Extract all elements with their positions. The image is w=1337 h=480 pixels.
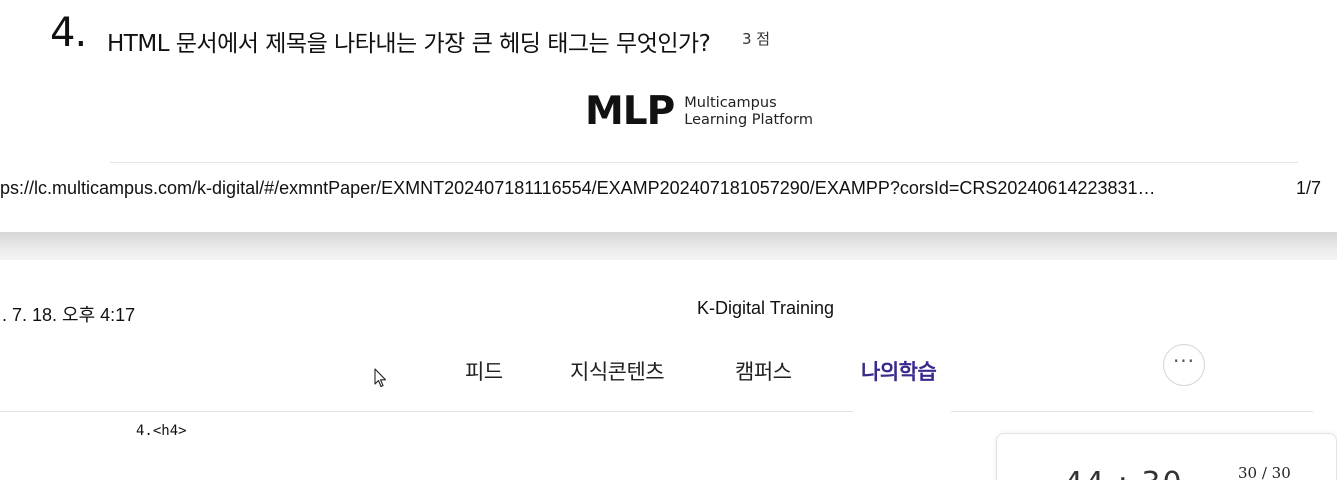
nav-item-feed[interactable]: 피드: [465, 356, 503, 386]
question-text: HTML 문서에서 제목을 나타내는 가장 큰 헤딩 태그는 무엇인가?: [107, 31, 711, 57]
logo-line-1: Multicampus: [684, 95, 777, 111]
question-score: 3 점: [742, 30, 771, 48]
question-number: 4.: [50, 10, 87, 56]
timer-time: 44 : 30: [1064, 466, 1184, 480]
nav-item-knowledge-content[interactable]: 지식콘텐츠: [570, 356, 665, 386]
logo-mark: MLP: [585, 89, 675, 134]
answer-text: 4.<h4>: [136, 423, 187, 439]
print-header-date: . 7. 18. 오후 4:17: [2, 305, 136, 325]
mlp-logo: MLP Multicampus Learning Platform: [585, 92, 813, 132]
print-page-number: 1/7: [1296, 178, 1322, 198]
question-count: 30 / 30: [1238, 464, 1291, 480]
print-page-2: . 7. 18. 오후 4:17 K-Digital Training 피드 지…: [0, 260, 1337, 480]
divider: [110, 162, 1298, 163]
nav-item-campus[interactable]: 캠퍼스: [735, 356, 792, 386]
print-page-1: 4. HTML 문서에서 제목을 나타내는 가장 큰 헤딩 태그는 무엇인가? …: [0, 0, 1337, 232]
more-icon: ···: [1172, 349, 1196, 373]
page-break: [0, 232, 1337, 260]
print-header-title: K-Digital Training: [697, 298, 835, 318]
main-nav: 피드 지식콘텐츠 캠퍼스 나의학습: [0, 356, 1337, 386]
logo-subtitle: Multicampus Learning Platform: [684, 95, 813, 129]
more-options-button[interactable]: ···: [1163, 344, 1205, 386]
active-tab-indicator: [853, 410, 951, 412]
print-footer-url: ps://lc.multicampus.com/k-digital/#/exmn…: [0, 178, 1156, 198]
nav-divider: [0, 411, 1313, 412]
logo-line-2: Learning Platform: [684, 112, 813, 128]
nav-item-my-learning[interactable]: 나의학습: [861, 356, 937, 386]
